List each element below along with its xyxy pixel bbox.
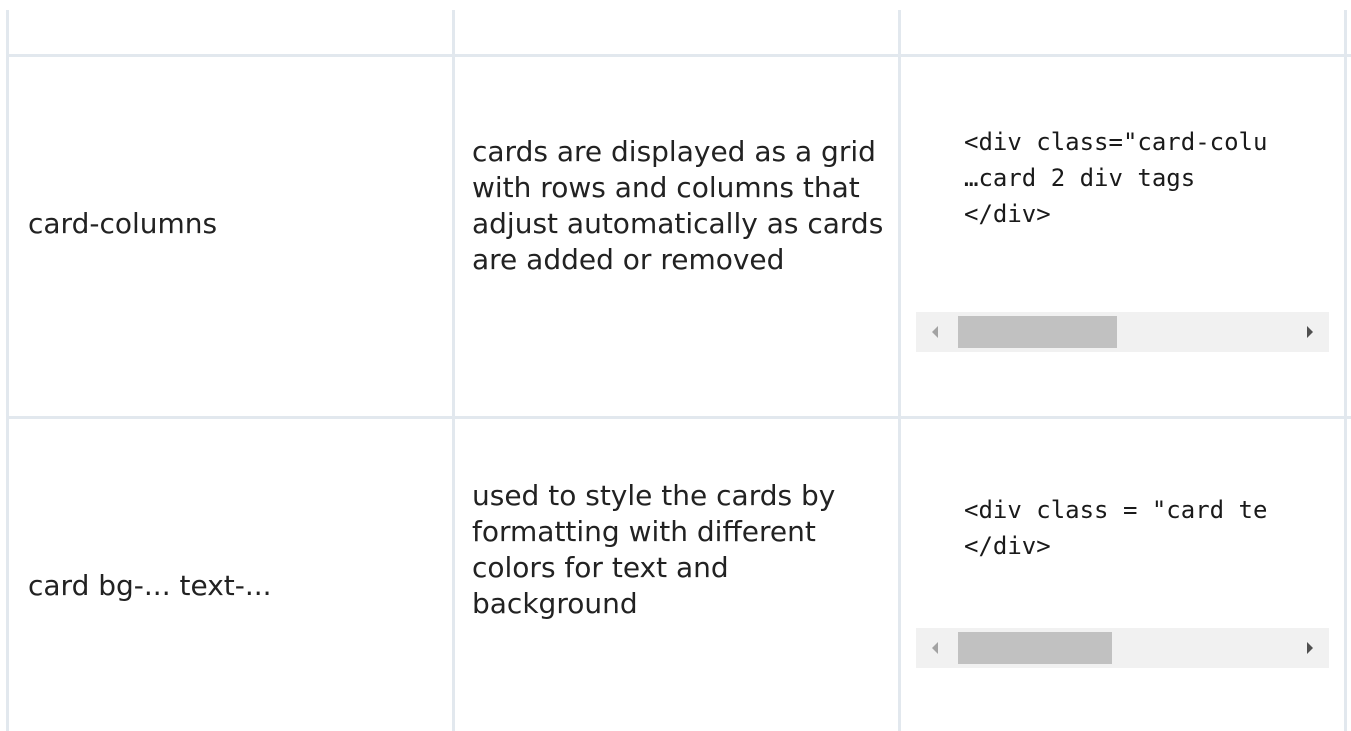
scroll-left-arrow-icon[interactable] (932, 642, 938, 654)
table-border-right (1344, 10, 1347, 731)
class-name-cell: card bg-... text-... (28, 569, 272, 602)
horizontal-scrollbar[interactable] (916, 312, 1329, 352)
code-block[interactable]: <div class="card-colu …card 2 div tags </d… (916, 124, 1329, 232)
scroll-right-arrow-icon[interactable] (1307, 326, 1313, 338)
description-cell: cards are displayed as a grid with rows … (472, 135, 884, 276)
horizontal-scrollbar[interactable] (916, 628, 1329, 668)
code-block[interactable]: <div class = "card te </div> (916, 492, 1329, 564)
scroll-right-arrow-icon[interactable] (1307, 642, 1313, 654)
code-content: <div class = "card te </div> (916, 492, 1329, 564)
table-border-col3 (898, 10, 901, 731)
table-fragment: card-columns cards are displayed as a gr… (0, 0, 1351, 731)
description-cell: used to style the cards by formatting wi… (472, 479, 836, 620)
class-name-cell: card-columns (28, 207, 218, 240)
code-line: </div> (964, 200, 1051, 228)
table-border-left (6, 10, 9, 731)
code-line: …card 2 div tags (964, 164, 1196, 192)
scroll-left-arrow-icon[interactable] (932, 326, 938, 338)
code-scrollbar-wrapper (916, 312, 1329, 352)
code-line: <div class = "card te (964, 496, 1268, 524)
table-border-col2 (452, 10, 455, 731)
code-line: <div class="card-colu (964, 128, 1268, 156)
code-line: </div> (964, 532, 1051, 560)
table-row-divider (6, 54, 1351, 57)
code-scrollbar-wrapper (916, 628, 1329, 668)
scrollbar-thumb[interactable] (958, 316, 1117, 348)
code-content: <div class="card-colu …card 2 div tags </d… (916, 124, 1329, 232)
table-row-divider (6, 416, 1351, 419)
scrollbar-thumb[interactable] (958, 632, 1112, 664)
